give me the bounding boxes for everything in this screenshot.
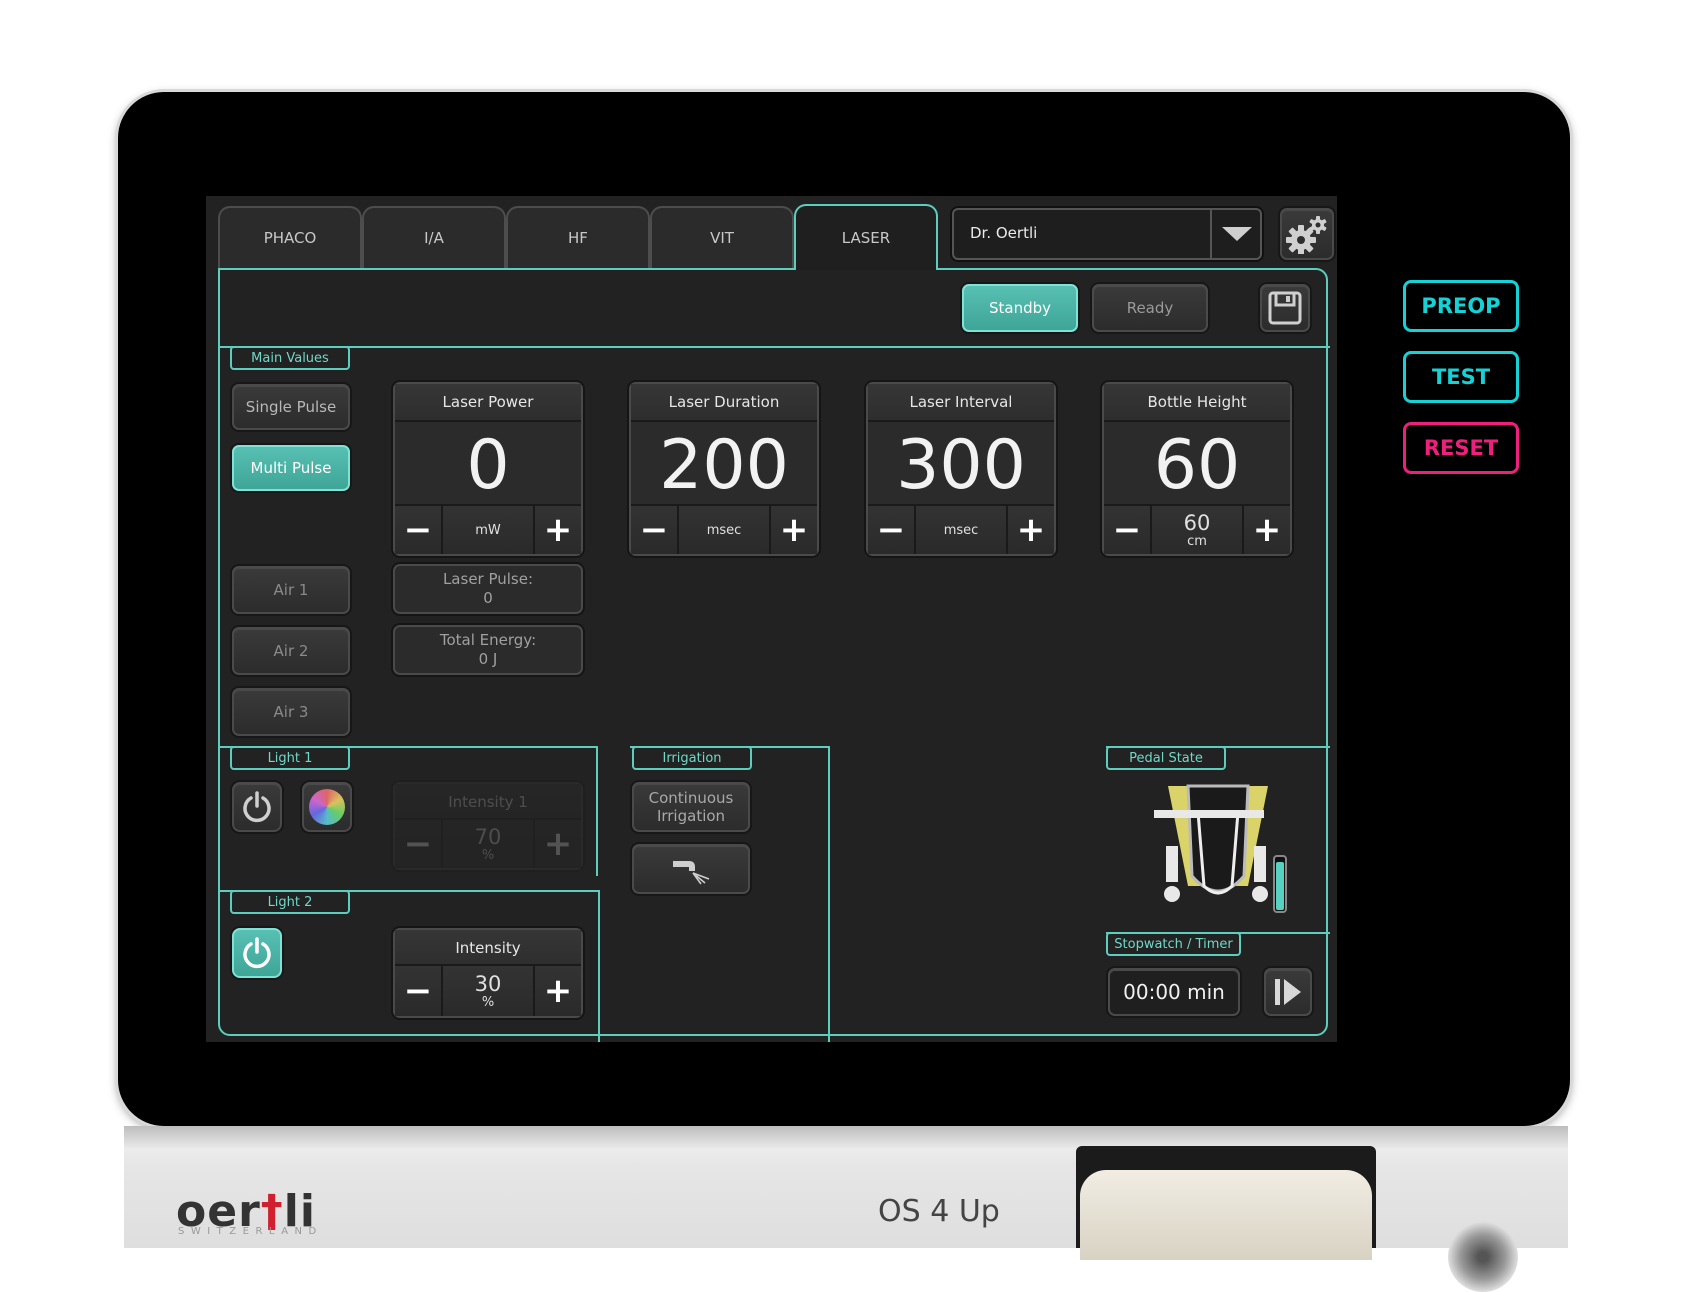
unit-value: 60 [1183,510,1211,535]
increase-button[interactable]: + [769,506,817,554]
increase-button[interactable]: + [1242,506,1290,554]
bottle-height-card: Bottle Height 60 − 60 cm + [1102,382,1292,556]
power-icon [243,937,271,969]
unit-value: 70 [474,824,502,849]
decrease-button[interactable]: − [1104,506,1152,554]
laser-pulse-counter: Laser Pulse: 0 [393,564,583,614]
touch-screen: PHACO I/A HF VIT LASER Dr. Oertli Standb… [206,196,1337,1042]
divider [218,346,1330,348]
tab-laser[interactable]: LASER [794,204,938,270]
irrigation-bottle-button[interactable] [632,844,750,894]
preop-button[interactable]: PREOP [1403,280,1519,332]
total-energy-counter: Total Energy: 0 J [393,625,583,675]
brand-tagline: SWITZERLAND [178,1226,323,1237]
save-icon [1268,291,1302,325]
laser-power-card: Laser Power 0 − mW + [393,382,583,556]
tab-phaco[interactable]: PHACO [218,206,362,268]
irrigation-faucet-icon [673,861,710,885]
light-2-label: Light 2 [230,890,350,914]
card-value: 300 [868,422,1054,508]
tab-hf[interactable]: HF [506,206,650,268]
pedal-diagram-icon [1154,784,1287,913]
light-1-label: Light 1 [230,746,350,770]
settings-button[interactable] [1280,208,1334,260]
main-values-label: Main Values [230,346,350,370]
unit-label: mW [475,522,501,538]
light-2-power-button[interactable] [232,928,282,978]
stopwatch-label: Stopwatch / Timer [1106,932,1241,956]
light-1-color-button[interactable] [302,782,352,832]
card-title: Laser Power [395,384,581,422]
card-title: Intensity 1 [395,784,581,822]
divider [828,746,830,1042]
single-pulse-button[interactable]: Single Pulse [232,384,350,430]
decrease-button[interactable]: − [395,966,443,1016]
power-icon [243,791,271,823]
unit-label: % [481,994,495,1010]
save-button[interactable] [1260,284,1310,332]
card-title: Intensity [395,930,581,968]
model-name: OS 4 Up [878,1194,1000,1229]
irrigation-label: Irrigation [632,746,752,770]
reset-button[interactable]: RESET [1403,422,1519,474]
gear-icon [1286,216,1327,254]
laser-duration-card: Laser Duration 200 − msec + [629,382,819,556]
stopwatch-play-button[interactable] [1264,968,1312,1016]
decrease-button[interactable]: − [395,820,443,868]
unit-label: msec [706,522,742,538]
play-pause-icon [1275,979,1301,1005]
increase-button[interactable]: + [533,820,581,868]
card-title: Laser Interval [868,384,1054,422]
total-energy-value: 0 J [478,650,498,668]
unit-label: % [481,847,495,863]
air-3-button[interactable]: Air 3 [232,688,350,736]
card-value: 200 [631,422,817,508]
divider [598,890,600,1042]
multi-pulse-button[interactable]: Multi Pulse [232,445,350,491]
unit-label: msec [943,522,979,538]
device-cassette [1080,1170,1372,1260]
surgeon-selected: Dr. Oertli [970,224,1038,242]
device-base-strip [124,1126,1568,1148]
unit-label: cm [1187,533,1207,549]
air-2-button[interactable]: Air 2 [232,627,350,675]
light-2-intensity-card: Intensity − 30 % + [393,928,583,1018]
card-title: Bottle Height [1104,384,1290,422]
light-1-power-button[interactable] [232,782,282,832]
decrease-button[interactable]: − [868,506,916,554]
increase-button[interactable]: + [533,966,581,1016]
tab-ia[interactable]: I/A [362,206,506,268]
continuous-irrigation-button[interactable]: Continuous Irrigation [632,782,750,832]
card-value: 0 [395,422,581,508]
increase-button[interactable]: + [1006,506,1054,554]
surgeon-dropdown[interactable]: Dr. Oertli [952,208,1262,260]
decrease-button[interactable]: − [631,506,679,554]
unit-value: 30 [474,971,502,996]
increase-button[interactable]: + [533,506,581,554]
color-wheel-icon [309,789,345,825]
card-value: 60 [1104,422,1290,508]
pedal-state-label: Pedal State [1106,746,1226,770]
laser-pulse-label: Laser Pulse: [442,570,534,588]
divider [596,746,598,876]
total-energy-label: Total Energy: [439,631,537,649]
chevron-down-icon [1222,227,1252,241]
device-knob [1448,1222,1518,1292]
air-1-button[interactable]: Air 1 [232,566,350,614]
light-1-intensity-card: Intensity 1 − 70 % + [393,782,583,870]
dropdown-toggle[interactable] [1210,210,1262,258]
laser-interval-card: Laser Interval 300 − msec + [866,382,1056,556]
decrease-button[interactable]: − [395,506,443,554]
test-button[interactable]: TEST [1403,351,1519,403]
card-title: Laser Duration [631,384,817,422]
standby-button[interactable]: Standby [962,284,1078,332]
ready-button[interactable]: Ready [1092,284,1208,332]
laser-pulse-value: 0 [483,589,493,607]
stopwatch-display[interactable]: 00:00 min [1108,968,1240,1016]
tab-vit[interactable]: VIT [650,206,794,268]
